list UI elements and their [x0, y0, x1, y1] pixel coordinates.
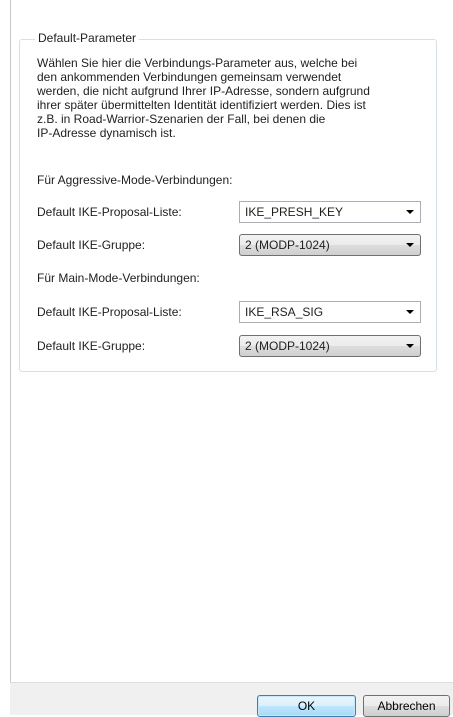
- chevron-down-icon[interactable]: [406, 344, 414, 348]
- main-group-value: 2 (MODP-1024): [245, 339, 330, 353]
- aggressive-proposal-value: IKE_PRESH_KEY: [245, 205, 344, 219]
- dialog-window: Default-Parameter Wählen Sie hier die Ve…: [0, 0, 453, 717]
- main-proposal-label: Default IKE-Proposal-Liste:: [37, 305, 182, 319]
- aggressive-proposal-combobox[interactable]: IKE_PRESH_KEY: [239, 201, 421, 223]
- ok-button[interactable]: OK: [257, 695, 356, 717]
- main-group-dropdown[interactable]: 2 (MODP-1024): [239, 335, 421, 357]
- description-text: Wählen Sie hier die Verbindungs-Paramete…: [37, 56, 370, 140]
- aggressive-group-dropdown[interactable]: 2 (MODP-1024): [239, 234, 421, 256]
- aggressive-group-value: 2 (MODP-1024): [245, 238, 330, 252]
- cancel-button[interactable]: Abbrechen: [363, 695, 450, 717]
- aggressive-group-label: Default IKE-Gruppe:: [37, 238, 146, 252]
- chevron-down-icon[interactable]: [406, 210, 414, 214]
- main-proposal-combobox[interactable]: IKE_RSA_SIG: [239, 301, 421, 323]
- aggressive-proposal-label: Default IKE-Proposal-Liste:: [37, 205, 182, 219]
- chevron-down-icon[interactable]: [406, 243, 414, 247]
- groupbox-title: Default-Parameter: [35, 31, 140, 46]
- chevron-down-icon[interactable]: [406, 310, 414, 314]
- aggressive-mode-heading: Für Aggressive-Mode-Verbindungen:: [37, 173, 233, 187]
- main-proposal-value: IKE_RSA_SIG: [245, 305, 324, 319]
- main-mode-heading: Für Main-Mode-Verbindungen:: [37, 271, 200, 285]
- main-group-label: Default IKE-Gruppe:: [37, 339, 146, 353]
